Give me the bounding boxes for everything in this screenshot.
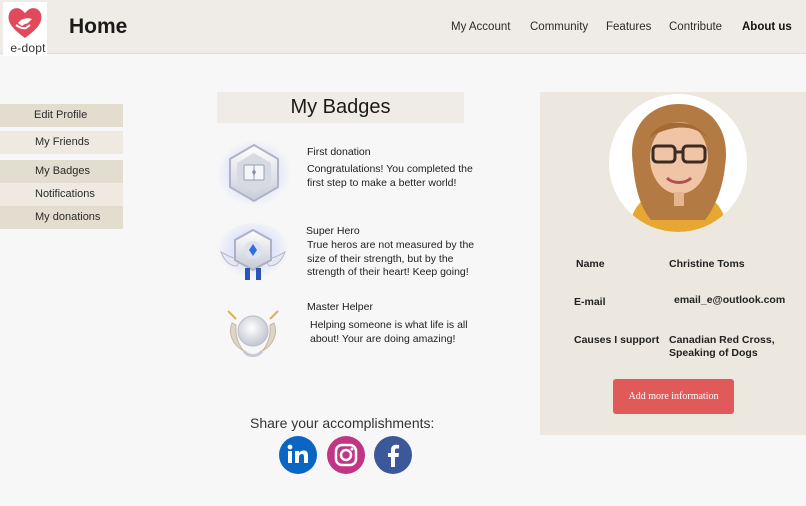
sidebar-item-label: Edit Profile <box>34 109 88 121</box>
sidebar-item-label: My Friends <box>35 136 90 148</box>
email-label: E-mail <box>574 296 606 308</box>
badges-title: My Badges <box>217 92 464 123</box>
badge-title: Master Helper <box>307 301 373 313</box>
logo-text: e-dopt <box>10 41 46 55</box>
badge-description: True heros are not measured by the size … <box>307 239 475 278</box>
email-value: email_e@outlook.com <box>674 294 786 306</box>
nav-my-account[interactable]: My Account <box>451 21 510 33</box>
name-value: Christine Toms <box>669 258 745 270</box>
hero-badge-icon <box>217 223 289 281</box>
page-title: Home <box>69 15 128 38</box>
sidebar-item-label: My Badges <box>35 165 91 177</box>
sidebar-item-label: My donations <box>35 211 101 223</box>
laurel-badge-icon <box>227 310 279 357</box>
sidebar-item-notifications[interactable]: Notifications <box>0 183 123 206</box>
sidebar-item-label: Notifications <box>35 188 95 200</box>
book-badge-icon <box>217 140 291 206</box>
add-more-information-button[interactable]: Add more information <box>613 379 734 414</box>
top-bar: e-dopt Home My Account Community Feature… <box>0 0 806 56</box>
avatar <box>609 94 747 232</box>
nav-about-us[interactable]: About us <box>742 21 792 33</box>
nav-features[interactable]: Features <box>606 21 651 33</box>
sidebar-item-my-badges[interactable]: My Badges <box>0 160 123 183</box>
badge-description: Congratulations! You completed the first… <box>307 163 473 189</box>
nav-contribute[interactable]: Contribute <box>669 21 722 33</box>
profile-photo <box>609 94 747 232</box>
badge-title: Super Hero <box>306 225 360 237</box>
sidebar-item-my-friends[interactable]: My Friends <box>0 131 123 154</box>
share-label: Share your accomplishments: <box>250 415 435 431</box>
logo[interactable]: e-dopt <box>3 2 47 56</box>
sidebar-item-my-donations[interactable]: My donations <box>0 206 123 229</box>
linkedin-icon[interactable] <box>277 436 319 474</box>
badge-description: Helping someone is what life is all abou… <box>310 319 468 345</box>
facebook-icon[interactable] <box>372 436 414 474</box>
badge-title: First donation <box>307 146 371 158</box>
causes-value: Canadian Red Cross, Speaking of Dogs <box>669 334 775 359</box>
name-label: Name <box>576 258 605 270</box>
instagram-icon[interactable] <box>325 436 367 474</box>
nav-community[interactable]: Community <box>530 21 588 33</box>
causes-label: Causes I support <box>574 334 660 346</box>
sidebar-item-edit-profile[interactable]: Edit Profile <box>0 104 123 127</box>
heart-hand-icon <box>8 8 42 38</box>
